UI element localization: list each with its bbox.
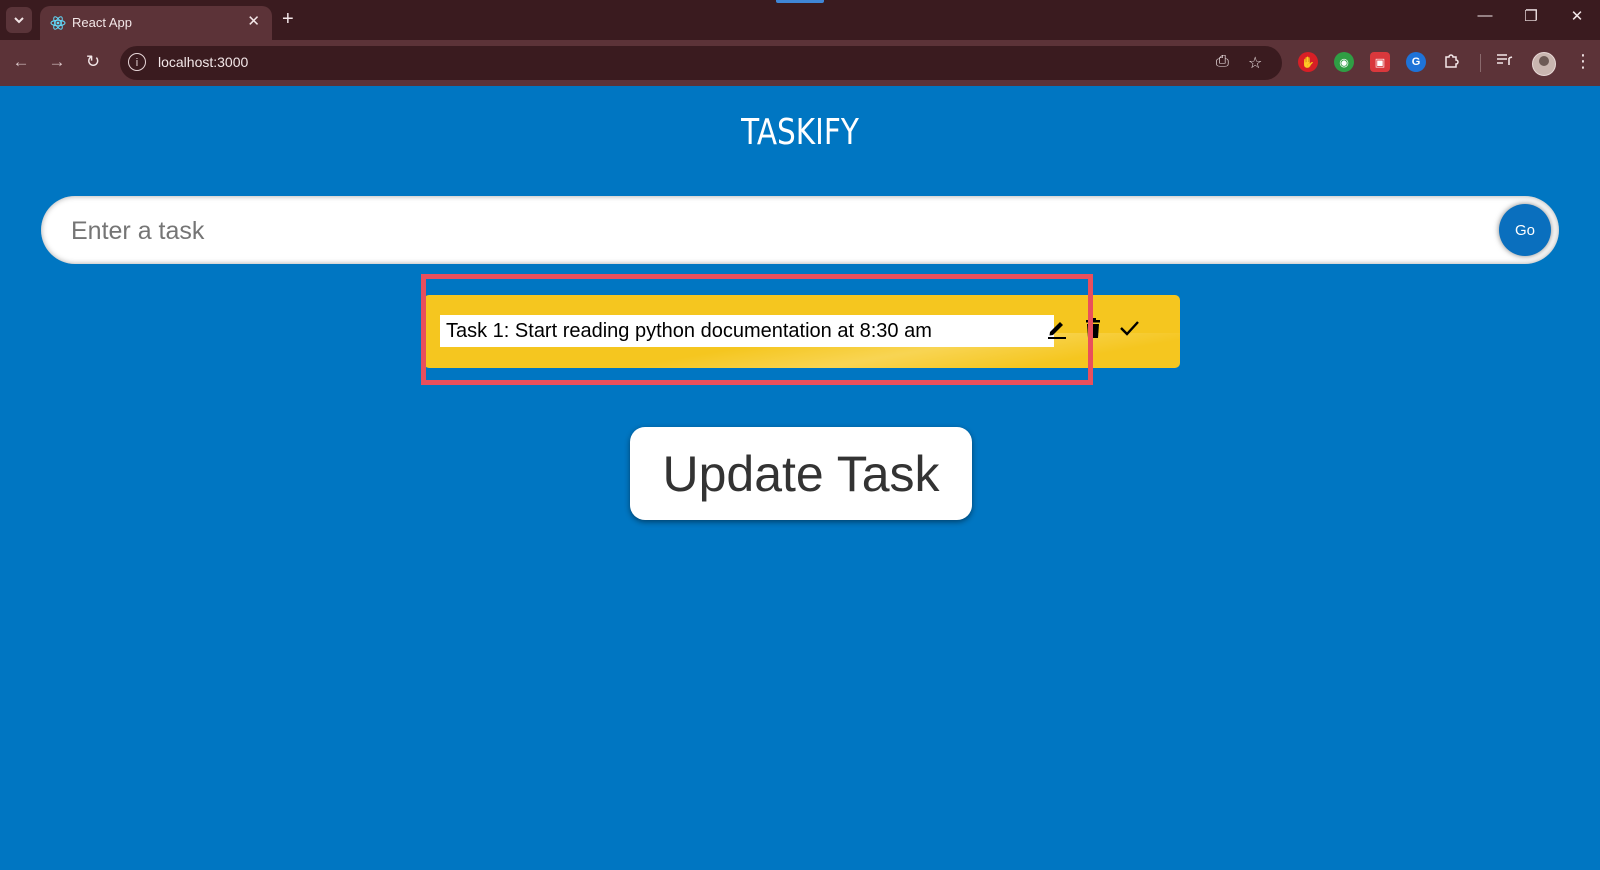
tab-close-icon[interactable]: ✕ xyxy=(247,12,260,30)
toolbar-divider xyxy=(1480,54,1481,72)
task-input-form: Go xyxy=(41,196,1559,264)
install-app-icon[interactable]: ⎙ xyxy=(1216,53,1229,71)
task-input[interactable] xyxy=(69,210,1453,252)
tab-title: React App xyxy=(72,15,132,30)
chevron-down-icon xyxy=(14,17,24,24)
bookmark-star-icon[interactable]: ☆ xyxy=(1248,53,1262,73)
check-icon xyxy=(1120,321,1139,336)
window-close-button[interactable]: ✕ xyxy=(1562,7,1592,25)
task-edit-input[interactable] xyxy=(440,315,1054,347)
minimize-button[interactable]: — xyxy=(1470,7,1500,24)
media-control-icon[interactable] xyxy=(1495,51,1513,74)
extension-adblock-icon[interactable]: ✋ xyxy=(1298,52,1318,72)
extension-blue-icon[interactable]: G xyxy=(1406,52,1426,72)
browser-toolbar: ← → ↻ i localhost:3000 ⎙ ☆ ✋ ◉ ▣ G ⋮ xyxy=(0,40,1600,86)
reload-button[interactable]: ↻ xyxy=(82,52,104,72)
browser-tab[interactable]: React App ✕ xyxy=(40,6,272,40)
forward-button[interactable]: → xyxy=(46,52,68,72)
extension-red-icon[interactable]: ▣ xyxy=(1370,52,1390,72)
site-info-icon[interactable]: i xyxy=(128,53,146,71)
url-text[interactable]: localhost:3000 xyxy=(158,54,248,70)
done-icon[interactable] xyxy=(1116,315,1142,341)
new-tab-button[interactable]: + xyxy=(282,8,294,30)
trash-icon xyxy=(1086,318,1100,338)
back-button[interactable]: ← xyxy=(10,52,32,72)
profile-avatar[interactable] xyxy=(1532,52,1556,76)
update-task-button[interactable]: Update Task xyxy=(630,427,972,520)
playlist-icon xyxy=(1497,54,1513,65)
task-card xyxy=(424,295,1180,368)
edit-icon[interactable] xyxy=(1044,315,1070,341)
go-button[interactable]: Go xyxy=(1499,204,1551,256)
browser-menu-icon[interactable]: ⋮ xyxy=(1574,51,1592,72)
extension-eye-icon[interactable]: ◉ xyxy=(1334,52,1354,72)
address-bar[interactable]: i localhost:3000 ⎙ ☆ xyxy=(120,46,1282,80)
app-heading: TASKIFY xyxy=(741,112,859,153)
delete-icon[interactable] xyxy=(1080,315,1106,341)
tab-search-button[interactable] xyxy=(6,7,32,33)
browser-tab-bar: React App ✕ + — ❐ ✕ xyxy=(0,0,1600,40)
active-indicator xyxy=(776,0,824,3)
pencil-icon xyxy=(1048,322,1066,339)
puzzle-icon xyxy=(1445,54,1459,68)
extensions-puzzle-icon[interactable] xyxy=(1443,51,1461,74)
react-logo-icon xyxy=(50,16,66,30)
restore-button[interactable]: ❐ xyxy=(1516,7,1546,25)
